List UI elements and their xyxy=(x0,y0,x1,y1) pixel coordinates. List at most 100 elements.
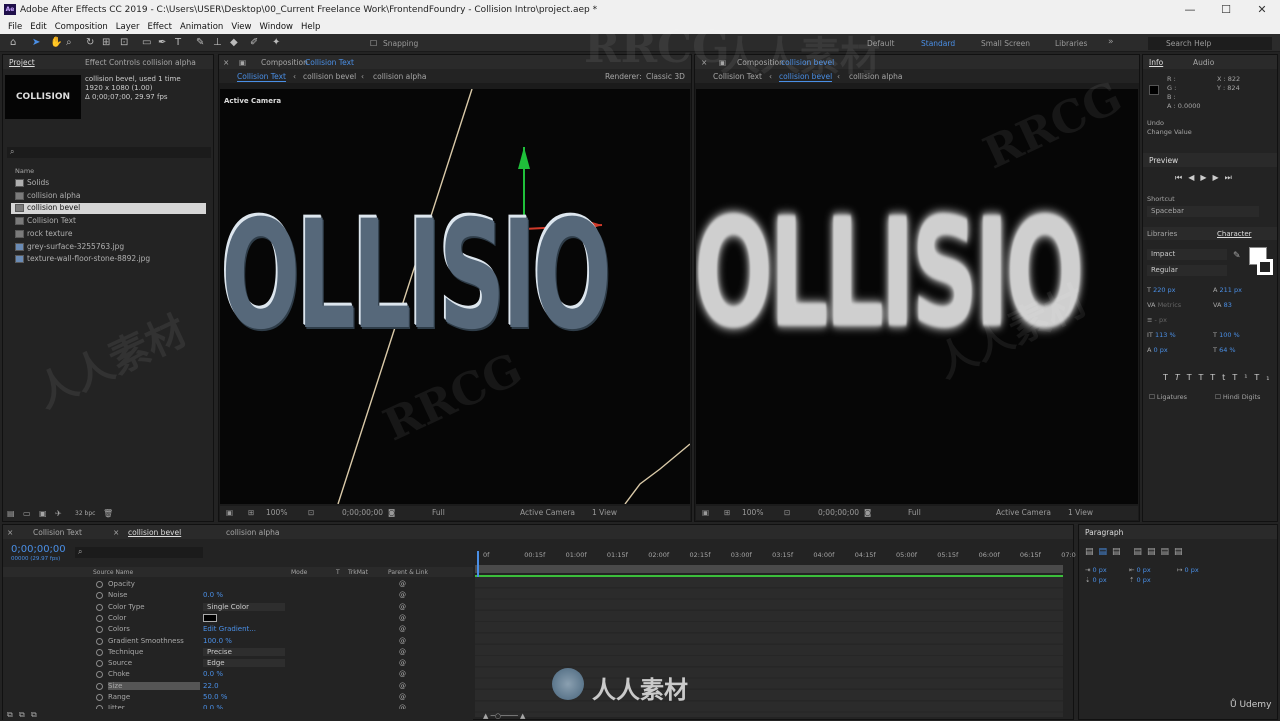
play-icon[interactable]: ▶ xyxy=(1200,173,1212,182)
comp1-quality[interactable]: Full xyxy=(432,508,445,517)
timeline-current-time[interactable]: 0;00;00;00 xyxy=(11,544,66,555)
horizontal-scale-value[interactable]: 100 % xyxy=(1219,331,1240,339)
interpret-footage-icon[interactable]: ▤ xyxy=(7,509,15,518)
font-size-value[interactable]: 220 px xyxy=(1153,286,1175,294)
pickwhip-icon[interactable]: @ xyxy=(399,603,406,611)
col-t[interactable]: T xyxy=(336,569,340,576)
renderer-value[interactable]: Classic 3D xyxy=(646,72,685,81)
col-mode[interactable]: Mode xyxy=(291,569,307,576)
stopwatch-icon[interactable] xyxy=(96,694,103,701)
stopwatch-icon[interactable] xyxy=(96,626,103,634)
comp2-camera-select[interactable]: Active Camera xyxy=(996,508,1051,517)
first-frame-icon[interactable]: ⏮ xyxy=(1175,173,1188,182)
stopwatch-icon[interactable] xyxy=(96,648,103,656)
project-item[interactable]: collision alpha xyxy=(11,191,206,202)
tab-info[interactable]: Info xyxy=(1149,58,1163,67)
menu-layer[interactable]: Layer xyxy=(116,20,140,34)
tab-effect-controls[interactable]: Effect Controls collision alpha xyxy=(85,58,196,67)
type-tool-icon[interactable]: T xyxy=(175,37,181,48)
comp1-text-layer[interactable]: OLLISIO xyxy=(220,187,611,361)
pickwhip-icon[interactable]: @ xyxy=(399,591,406,599)
menu-file[interactable]: File xyxy=(8,20,22,34)
stopwatch-icon[interactable] xyxy=(96,603,103,611)
pan-behind-tool-icon[interactable]: ⊡ xyxy=(120,37,128,48)
stopwatch-icon[interactable] xyxy=(96,614,103,622)
timeline-search-input[interactable]: ⌕ xyxy=(75,547,203,558)
snapping-checkbox[interactable]: ☐ xyxy=(370,39,377,48)
rotate-tool-icon[interactable]: ↻ xyxy=(86,37,94,48)
pickwhip-icon[interactable]: @ xyxy=(399,625,406,633)
comp2-text-layer[interactable]: OLLISIO xyxy=(696,187,1085,361)
home-icon[interactable]: ⌂ xyxy=(10,37,16,48)
comp-lock-icon[interactable]: ▣ xyxy=(719,58,726,67)
snapshot-icon[interactable]: ▣ xyxy=(702,508,709,517)
search-help-input[interactable]: Search Help xyxy=(1148,37,1272,50)
comp1-tab-prefix[interactable]: Composition xyxy=(261,58,308,67)
last-frame-icon[interactable]: ⏭ xyxy=(1225,173,1238,182)
grid-icon[interactable]: ⊞ xyxy=(724,508,730,517)
menu-window[interactable]: Window xyxy=(259,20,293,34)
clone-stamp-tool-icon[interactable]: ⊥ xyxy=(213,37,222,48)
comp1-current-time[interactable]: 0;00;00;00 xyxy=(342,508,383,517)
crumb-collision-text[interactable]: Collision Text xyxy=(237,72,286,82)
snapshot-icon[interactable]: ▣ xyxy=(226,508,233,517)
col-parent[interactable]: Parent & Link xyxy=(388,569,428,576)
close-tab-icon[interactable]: × xyxy=(701,58,707,67)
comp2-zoom[interactable]: 100% xyxy=(742,508,763,517)
stroke-width-value[interactable]: - px xyxy=(1155,316,1167,324)
faux-bold-icon[interactable]: T xyxy=(1163,373,1175,382)
brush-tool-icon[interactable]: ✎ xyxy=(196,37,204,48)
pickwhip-icon[interactable]: @ xyxy=(399,682,406,690)
comp2-current-time[interactable]: 0;00;00;00 xyxy=(818,508,859,517)
align-left-icon[interactable]: ▤ xyxy=(1085,547,1099,557)
roto-brush-tool-icon[interactable]: ✐ xyxy=(250,37,258,48)
justify-all-icon[interactable]: ▤ xyxy=(1174,547,1188,557)
project-item[interactable]: grey-surface-3255763.jpg xyxy=(11,242,206,253)
zoom-out-icon[interactable]: ▲ ─○──── ▲ xyxy=(483,712,525,720)
selection-tool-icon[interactable]: ➤ xyxy=(32,37,40,48)
project-item[interactable]: Solids xyxy=(11,178,206,189)
crumb-collision-text[interactable]: Collision Text xyxy=(713,72,762,81)
trash-icon[interactable]: 🗑 xyxy=(103,509,113,518)
zoom-slider[interactable]: ▲ ─○──── ▲ xyxy=(483,711,543,720)
new-comp-icon[interactable]: ▣ xyxy=(39,509,47,518)
comp1-viewer[interactable]: Active Camera OLLISIO xyxy=(220,89,690,504)
hindi-digits-checkbox[interactable]: ☐ xyxy=(1215,393,1221,401)
bpc-label[interactable]: 32 bpc xyxy=(75,510,95,517)
maximize-icon[interactable]: ☐ xyxy=(1208,0,1244,20)
leading-value[interactable]: 211 px xyxy=(1220,286,1242,294)
toggle-switches-icon[interactable]: ⧉ xyxy=(7,710,13,720)
all-caps-icon[interactable]: TT xyxy=(1187,373,1211,382)
menu-effect[interactable]: Effect xyxy=(148,20,172,34)
ligatures-checkbox[interactable]: ☐ xyxy=(1149,393,1155,401)
indent-left-value[interactable]: 0 px xyxy=(1093,566,1107,574)
indent-right-value[interactable]: 0 px xyxy=(1137,566,1151,574)
tab-audio[interactable]: Audio xyxy=(1193,58,1214,67)
comp1-zoom[interactable]: 100% xyxy=(266,508,287,517)
crumb-collision-bevel[interactable]: collision bevel xyxy=(303,72,356,81)
frame-blend-icon[interactable]: ⧉ xyxy=(31,710,37,720)
tab-preview[interactable]: Preview xyxy=(1149,156,1178,165)
camera-snapshot-icon[interactable]: ◙ xyxy=(864,508,871,517)
comp2-tab-prefix[interactable]: Composition xyxy=(737,58,784,67)
stopwatch-icon[interactable] xyxy=(96,581,103,588)
comp2-viewer[interactable]: OLLISIO OLLISIO xyxy=(696,89,1138,504)
timeline-tab-collision-bevel[interactable]: collision bevel xyxy=(128,528,181,537)
close-tab-icon[interactable]: × xyxy=(7,528,13,537)
comp2-tab-name[interactable]: collision bevel xyxy=(781,58,834,67)
comp2-quality[interactable]: Full xyxy=(908,508,921,517)
menu-composition[interactable]: Composition xyxy=(55,20,108,34)
eraser-tool-icon[interactable]: ◆ xyxy=(230,37,238,48)
project-item[interactable]: rock texture xyxy=(11,229,206,240)
font-family-select[interactable]: Impact xyxy=(1147,249,1227,260)
property-value[interactable]: 50.0 % xyxy=(203,693,227,701)
stopwatch-icon[interactable] xyxy=(96,671,103,679)
more-workspaces-icon[interactable]: » xyxy=(1108,37,1114,47)
vertical-scale-value[interactable]: 113 % xyxy=(1155,331,1176,339)
superscript-icon[interactable]: T¹ xyxy=(1232,373,1254,382)
ligatures-option[interactable]: ☐ Ligatures xyxy=(1149,393,1187,401)
baseline-shift-value[interactable]: 0 px xyxy=(1154,346,1168,354)
pickwhip-icon[interactable]: @ xyxy=(399,614,406,622)
property-value[interactable]: 22.0 xyxy=(203,682,219,690)
tsume-value[interactable]: 64 % xyxy=(1219,346,1236,354)
